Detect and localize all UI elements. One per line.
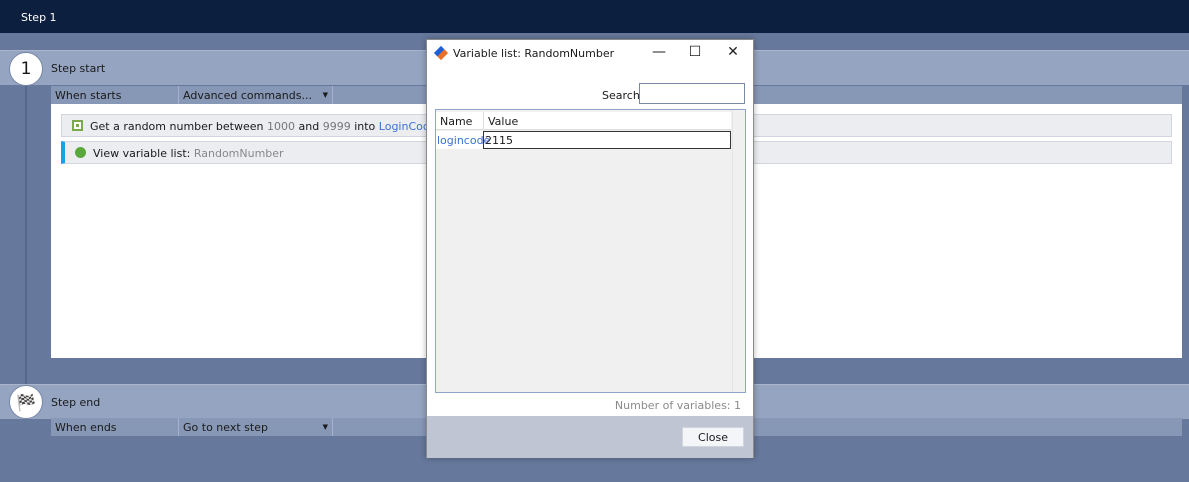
variable-name[interactable]: logincode bbox=[436, 131, 490, 149]
max-value: 9999 bbox=[322, 120, 351, 133]
step-number-badge: 1 bbox=[9, 52, 43, 86]
variables-table: Name Value logincode 2115 bbox=[435, 109, 746, 393]
step-end-label: Step end bbox=[51, 396, 101, 409]
cmd-text: Get a random number between bbox=[90, 120, 264, 133]
search-label: Search: bbox=[602, 89, 644, 102]
scrollbar[interactable] bbox=[732, 110, 745, 392]
chevron-down-icon: ▼ bbox=[322, 91, 328, 99]
dialog-footer: Close bbox=[427, 416, 753, 458]
variable-count: Number of variables: 1 bbox=[614, 399, 741, 412]
dropdown-value: Advanced commands... bbox=[183, 89, 312, 102]
maximize-button[interactable]: ☐ bbox=[680, 44, 710, 64]
checkered-flag-icon: 🏁 bbox=[9, 385, 43, 419]
close-window-button[interactable]: ✕ bbox=[718, 44, 748, 64]
variable-value[interactable]: 2115 bbox=[483, 131, 731, 149]
close-button[interactable]: Close bbox=[682, 427, 744, 447]
random-number-icon bbox=[72, 120, 83, 131]
when-ends-label: When ends bbox=[51, 418, 179, 436]
table-row[interactable]: logincode 2115 bbox=[436, 131, 731, 149]
advanced-commands-dropdown[interactable]: Advanced commands... ▼ bbox=[179, 86, 333, 104]
table-header: Name Value bbox=[436, 112, 731, 130]
column-header-name[interactable]: Name bbox=[436, 112, 484, 129]
title-bar: Step 1 bbox=[0, 0, 1189, 33]
cmd-text: View variable list: bbox=[93, 147, 191, 160]
bug-icon bbox=[75, 147, 86, 158]
cmd-arg: RandomNumber bbox=[193, 147, 284, 160]
next-step-dropdown[interactable]: Go to next step ▼ bbox=[179, 418, 333, 436]
search-input[interactable] bbox=[639, 83, 745, 104]
cmd-text: and bbox=[298, 120, 320, 133]
variable-list-dialog: Variable list: RandomNumber — ☐ ✕ Search… bbox=[426, 39, 754, 458]
step-connector-line bbox=[25, 86, 27, 384]
minimize-button[interactable]: — bbox=[644, 44, 674, 64]
when-starts-label: When starts bbox=[51, 86, 179, 104]
cmd-text: into bbox=[354, 120, 376, 133]
column-header-value[interactable]: Value bbox=[484, 112, 731, 129]
dropdown-value: Go to next step bbox=[183, 421, 268, 434]
chevron-down-icon: ▼ bbox=[322, 423, 328, 431]
min-value: 1000 bbox=[267, 120, 295, 133]
step-start-label: Step start bbox=[51, 62, 106, 75]
